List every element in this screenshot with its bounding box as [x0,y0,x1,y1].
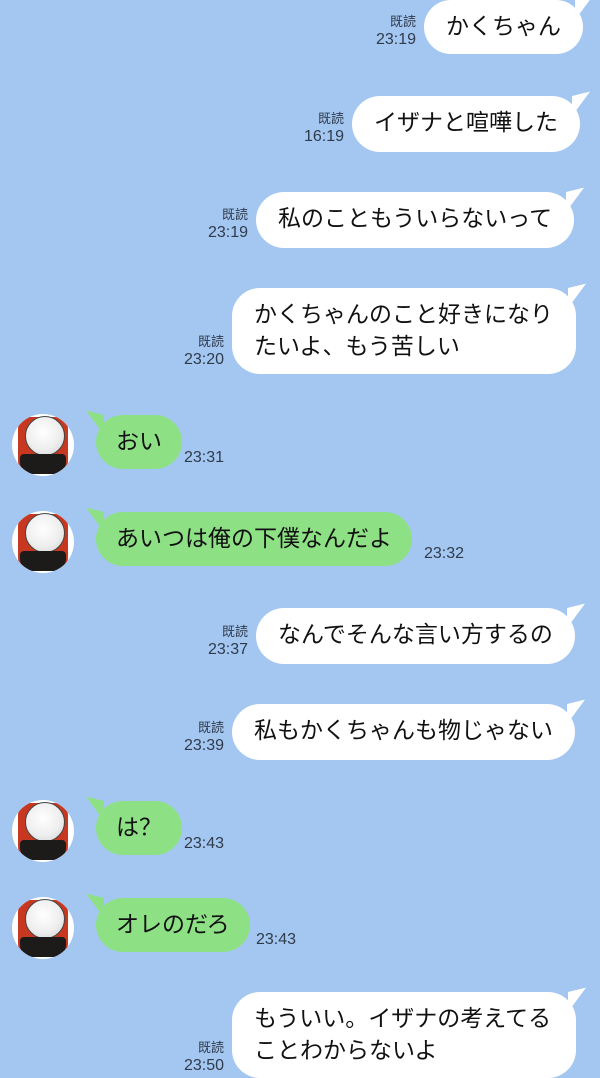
contact-avatar-icon[interactable] [12,897,74,959]
read-receipt: 既読 16:19 [304,110,344,146]
avatar-shadow [20,937,66,957]
message-text: かくちゃん [446,14,561,40]
outgoing-message[interactable]: 私のこともういらないって [256,192,575,248]
read-label: 既読 [221,624,248,639]
outgoing-message[interactable]: なんでそんな言い方するの [256,608,575,664]
read-receipt: 既読 23:50 [184,1039,224,1075]
message-text: 私のこともういらないって [278,206,553,232]
message-text: おい [116,429,162,455]
message-text-line: ことわからないよ [254,1038,438,1064]
outgoing-message[interactable]: イザナと喧嘩した [352,96,580,152]
read-receipt: 既読 23:19 [208,206,248,242]
incoming-message[interactable]: あいつは俺の下僕なんだよ [96,512,412,566]
read-receipt: 既読 23:37 [208,623,248,659]
message-time: 23:19 [375,31,416,48]
message-text: イザナと喧嘩した [374,110,558,136]
message-text: は？ [116,815,162,841]
message-time: 23:31 [184,449,225,466]
outgoing-message[interactable]: 私もかくちゃんも物じゃない [232,704,575,760]
avatar-moon [25,513,65,553]
message-time: 23:37 [207,641,248,658]
chat-timeline: 既読 23:19 かくちゃん 既読 16:19 イザナと喧嘩した 既読 23:1… [0,0,600,1078]
avatar-moon [25,802,65,842]
contact-avatar-icon[interactable] [12,800,74,862]
message-time: 23:32 [424,545,465,562]
read-label: 既読 [317,111,344,126]
incoming-message[interactable]: は？ [96,801,182,855]
avatar-shadow [20,454,66,474]
message-time: 23:50 [183,1057,224,1074]
read-label: 既読 [197,1040,224,1055]
read-label: 既読 [389,14,416,29]
message-time: 16:19 [303,128,344,145]
read-receipt: 既読 23:19 [376,13,416,49]
message-time: 23:19 [207,224,248,241]
read-label: 既読 [197,334,224,349]
message-text: なんでそんな言い方するの [278,622,553,648]
read-label: 既読 [221,207,248,222]
avatar-shadow [20,551,66,571]
contact-avatar-icon[interactable] [12,511,74,573]
outgoing-message[interactable]: かくちゃん [424,0,583,54]
incoming-message[interactable]: オレのだろ [96,898,250,952]
contact-avatar-icon[interactable] [12,414,74,476]
message-time: 23:43 [184,835,225,852]
message-text: あいつは俺の下僕なんだよ [116,526,392,552]
message-text: 私もかくちゃんも物じゃない [254,718,553,744]
message-time: 23:43 [256,931,297,948]
message-text-line: もういい。イザナの考えてる [254,1006,552,1032]
avatar-moon [25,416,65,456]
read-receipt: 既読 23:20 [184,333,224,369]
outgoing-message[interactable]: もういい。イザナの考えてる ことわからないよ [232,992,576,1078]
message-time: 23:39 [183,737,224,754]
read-receipt: 既読 23:39 [184,719,224,755]
message-text-line: たいよ、もう苦しい [254,334,460,360]
read-label: 既読 [197,720,224,735]
outgoing-message[interactable]: かくちゃんのこと好きになり たいよ、もう苦しい [232,288,576,374]
avatar-moon [25,899,65,939]
message-time: 23:20 [183,351,224,368]
message-text: オレのだろ [116,912,230,938]
incoming-message[interactable]: おい [96,415,182,469]
avatar-shadow [20,840,66,860]
message-text-line: かくちゃんのこと好きになり [254,302,553,328]
